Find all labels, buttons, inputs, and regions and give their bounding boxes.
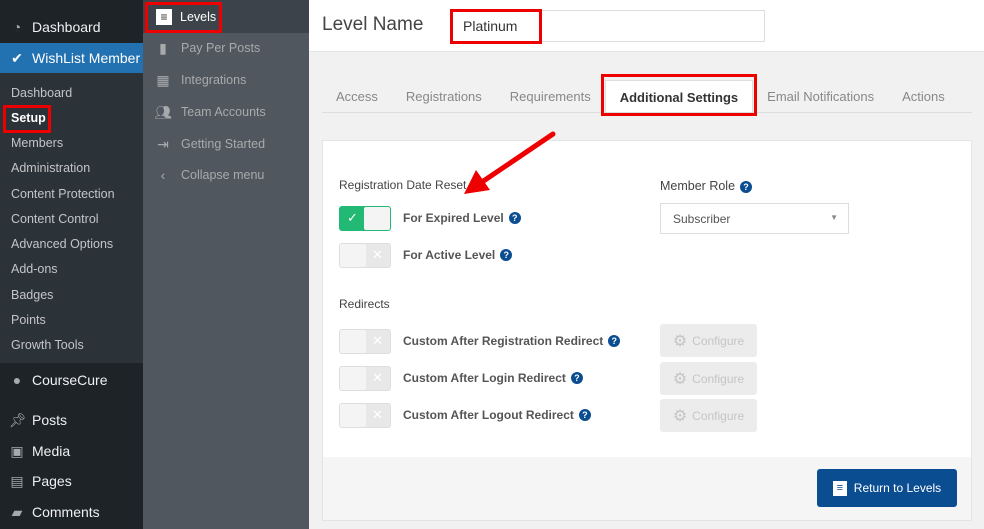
annotation-arrow	[464, 131, 556, 194]
